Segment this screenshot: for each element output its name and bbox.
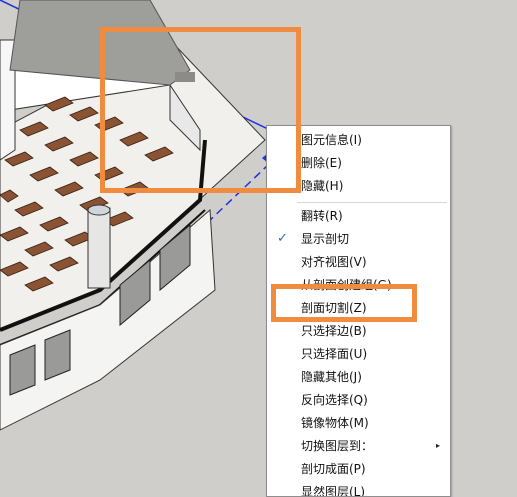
menu-item-section-to-face[interactable]: 剖切成面(P) [267,458,450,480]
menu-item-hide-others[interactable]: 隐藏其他(J) [267,366,450,388]
menu-item-label: 删除(E) [301,156,342,170]
highlight-box-section-cut [271,284,417,322]
menu-item-label: 隐藏其他(J) [301,370,362,384]
menu-item-label: 镜像物体(M) [301,416,369,430]
menu-item-mirror-object[interactable]: 镜像物体(M) [267,412,450,434]
menu-item-label: 只选择边(B) [301,324,367,338]
menu-item-label: 反向选择(Q) [301,393,368,407]
menu-item-label: 剖切成面(P) [301,462,366,476]
menu-separator [297,202,447,203]
menu-item-show-layer[interactable]: 显然图层(L) [267,481,450,497]
menu-item-flip[interactable]: 翻转(R) [267,205,450,227]
menu-item-label: 对齐视图(V) [301,255,367,269]
menu-item-label: 显示剖切 [301,232,350,246]
menu-item-align-view[interactable]: 对齐视图(V) [267,251,450,273]
highlight-box-section-plane [100,27,301,193]
checkmark-icon: ✓ [277,231,288,246]
menu-item-label: 隐藏(H) [301,179,344,193]
menu-item-label: 只选择面(U) [301,347,368,361]
menu-item-select-faces-only[interactable]: 只选择面(U) [267,343,450,365]
menu-item-select-edges-only[interactable]: 只选择边(B) [267,320,450,342]
menu-item-change-layer[interactable]: 切换图层到： ▸ [267,435,450,457]
menu-item-label: 显然图层(L) [301,485,366,497]
menu-item-label: 翻转(R) [301,209,343,223]
menu-item-label: 切换图层到： [301,439,374,453]
submenu-arrow-icon: ▸ [435,441,440,450]
menu-item-display-section[interactable]: ✓ 显示剖切 [267,228,450,250]
menu-item-label: 图元信息(I) [301,133,362,147]
menu-item-invert-selection[interactable]: 反向选择(Q) [267,389,450,411]
